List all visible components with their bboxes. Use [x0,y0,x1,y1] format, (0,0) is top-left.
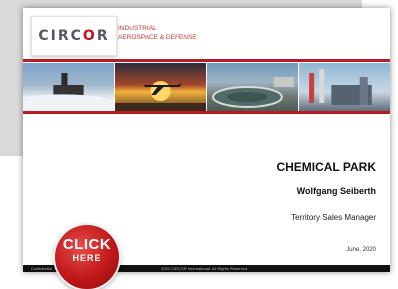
banner-bottom-stripe [23,111,390,114]
click-button-line-1: CLICK [62,236,112,253]
circor-logo: CIRCOR [31,16,117,56]
confidential-label: Confidential [31,266,53,271]
airplane-sunset-photo [115,63,206,111]
click-button-line-2: HERE [72,253,102,263]
water-treatment-photo [207,63,298,111]
icebreaker-ship-photo [23,63,114,111]
logo-text: CIRCOR [38,28,110,44]
power-plant-photo [299,63,390,111]
copyright-text: 2020 CIRCOR International. All Rights Re… [161,266,249,271]
presenter-name: Wolfgang Seiberth [296,186,376,196]
click-here-button[interactable]: CLICK HERE [55,225,119,289]
photo-banner [23,63,390,111]
slide-title: CHEMICAL PARK [276,160,376,174]
tagline-line-2: AEROSPACE & DEFENSE [118,34,197,41]
tagline-line-1: INDUSTRIAL [118,25,157,32]
banner-top-stripe [23,59,390,62]
presenter-role: Territory Sales Manager [291,213,376,222]
company-tagline: INDUSTRIAL AEROSPACE & DEFENSE [118,24,197,42]
slide-date: June, 2020 [346,247,376,253]
